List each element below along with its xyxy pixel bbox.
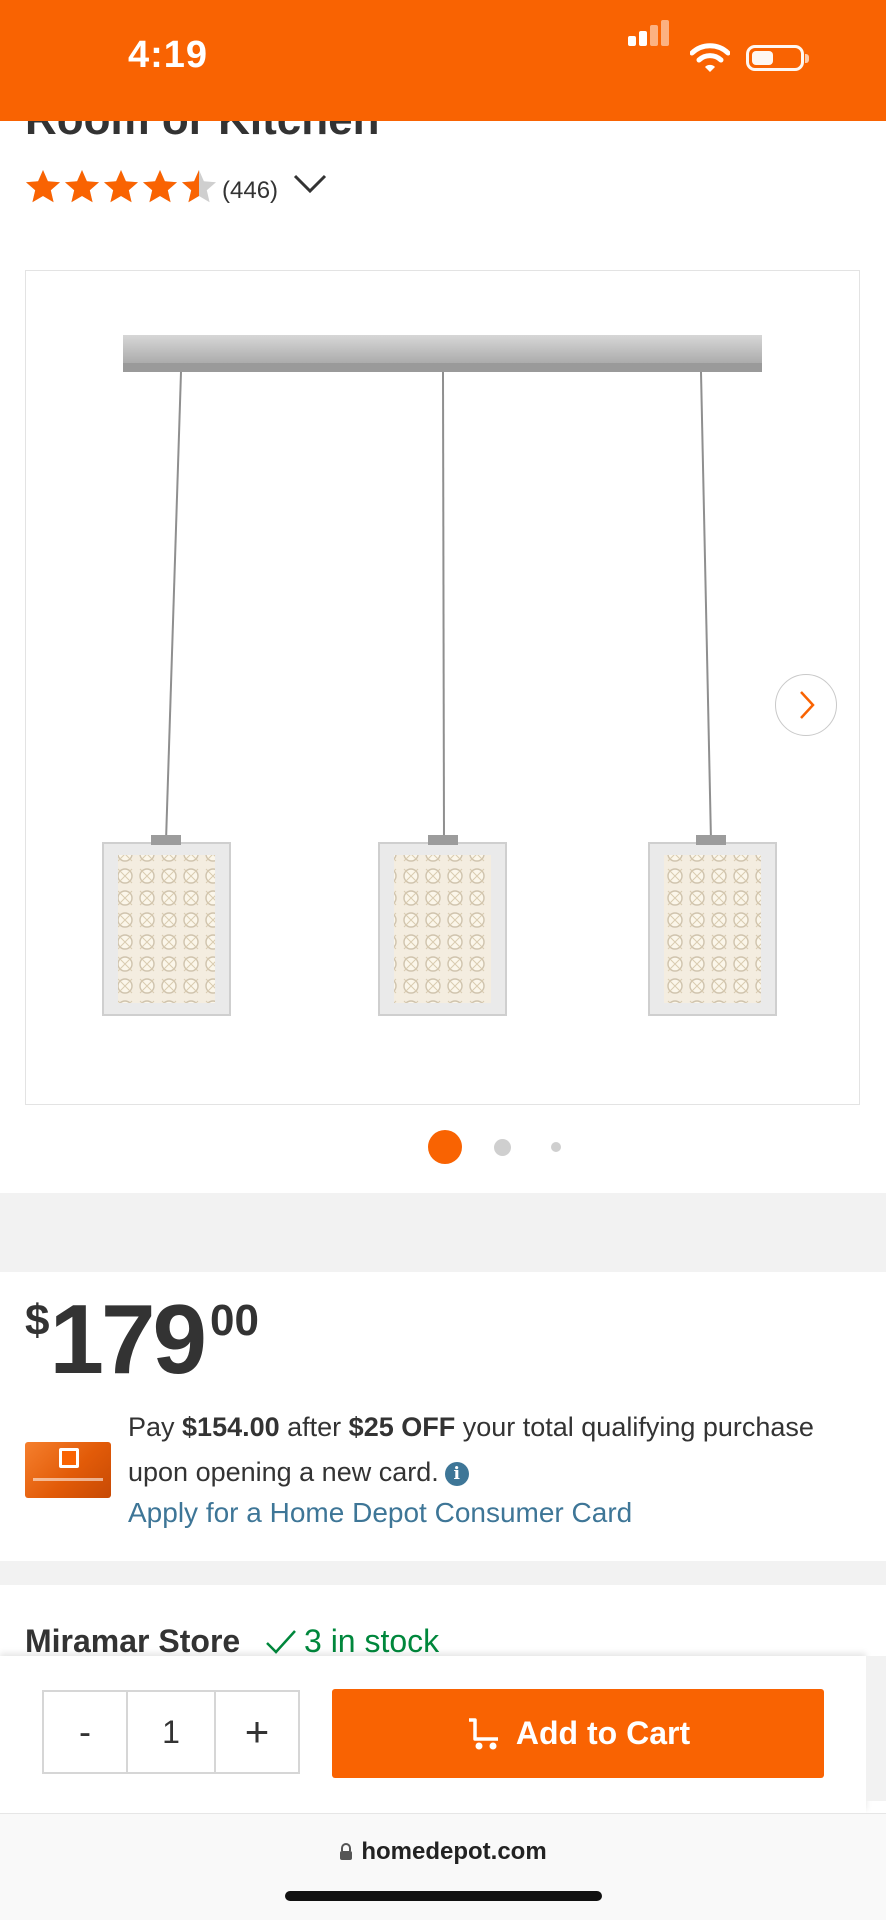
home-indicator[interactable] bbox=[285, 1891, 602, 1901]
pendant-shade-left bbox=[102, 835, 231, 1016]
star-icon bbox=[26, 170, 60, 203]
check-icon bbox=[266, 1629, 296, 1654]
pendant-shade-right bbox=[648, 835, 777, 1016]
stock-count: 3 in stock bbox=[304, 1623, 440, 1659]
chevron-right-icon bbox=[800, 691, 815, 719]
apply-card-link[interactable]: Apply for a Home Depot Consumer Card bbox=[128, 1497, 632, 1529]
price-dollars: 179 bbox=[49, 1284, 207, 1394]
offer-after-text: after bbox=[279, 1412, 349, 1442]
star-icon bbox=[182, 170, 216, 203]
pendant-shade-center bbox=[378, 835, 507, 1016]
credit-card-image bbox=[25, 1442, 111, 1498]
gallery-pagination[interactable] bbox=[0, 1130, 886, 1164]
product-title: Room or Kitchen bbox=[25, 121, 379, 145]
section-divider bbox=[0, 1193, 886, 1272]
product-title-strip: Room or Kitchen bbox=[0, 121, 886, 151]
lock-icon bbox=[340, 1843, 353, 1860]
next-image-button[interactable] bbox=[775, 674, 837, 736]
gallery-top-spacer bbox=[0, 210, 886, 243]
add-to-cart-button[interactable]: Add to Cart bbox=[332, 1689, 824, 1778]
rating-stars[interactable] bbox=[24, 168, 219, 208]
card-offer-text: Pay $154.00 after $25 OFF your total qua… bbox=[128, 1405, 858, 1495]
stock-status: 3 in stock bbox=[264, 1623, 439, 1660]
wifi-icon bbox=[690, 43, 730, 72]
bar-edge bbox=[866, 1656, 886, 1801]
quantity-increase-button[interactable]: + bbox=[214, 1690, 300, 1774]
price-cents: 00 bbox=[210, 1296, 259, 1345]
pendant-light-illustration bbox=[102, 335, 777, 1016]
browser-toolbar bbox=[0, 1813, 886, 1920]
add-to-cart-label: Add to Cart bbox=[515, 1715, 691, 1751]
star-icon bbox=[143, 170, 177, 203]
offer-pay-amount: $154.00 bbox=[182, 1412, 280, 1442]
price-currency: $ bbox=[25, 1296, 50, 1345]
star-icon bbox=[104, 170, 138, 203]
section-divider-2 bbox=[0, 1561, 886, 1585]
offer-pay-prefix: Pay bbox=[128, 1412, 183, 1442]
product-price: $ 179 00 bbox=[25, 1282, 259, 1392]
chevron-down-icon[interactable] bbox=[292, 172, 328, 196]
quantity-decrease-button[interactable]: - bbox=[42, 1690, 128, 1774]
product-image[interactable] bbox=[25, 270, 860, 1105]
battery-icon bbox=[746, 45, 809, 71]
url-text: homedepot.com bbox=[361, 1838, 547, 1865]
pagination-dot[interactable] bbox=[428, 1130, 462, 1164]
review-count[interactable]: (446) bbox=[222, 177, 278, 205]
info-icon[interactable]: i bbox=[444, 1462, 469, 1486]
quantity-input[interactable]: 1 bbox=[126, 1690, 216, 1774]
star-icon bbox=[65, 170, 99, 203]
address-bar[interactable]: homedepot.com bbox=[0, 1838, 886, 1866]
cart-icon bbox=[468, 1717, 498, 1749]
status-time: 4:19 bbox=[127, 34, 209, 76]
offer-discount: $25 OFF bbox=[348, 1412, 456, 1442]
store-name[interactable]: Miramar Store bbox=[25, 1623, 240, 1660]
pagination-dot[interactable] bbox=[551, 1142, 561, 1152]
pagination-dot[interactable] bbox=[493, 1138, 511, 1156]
